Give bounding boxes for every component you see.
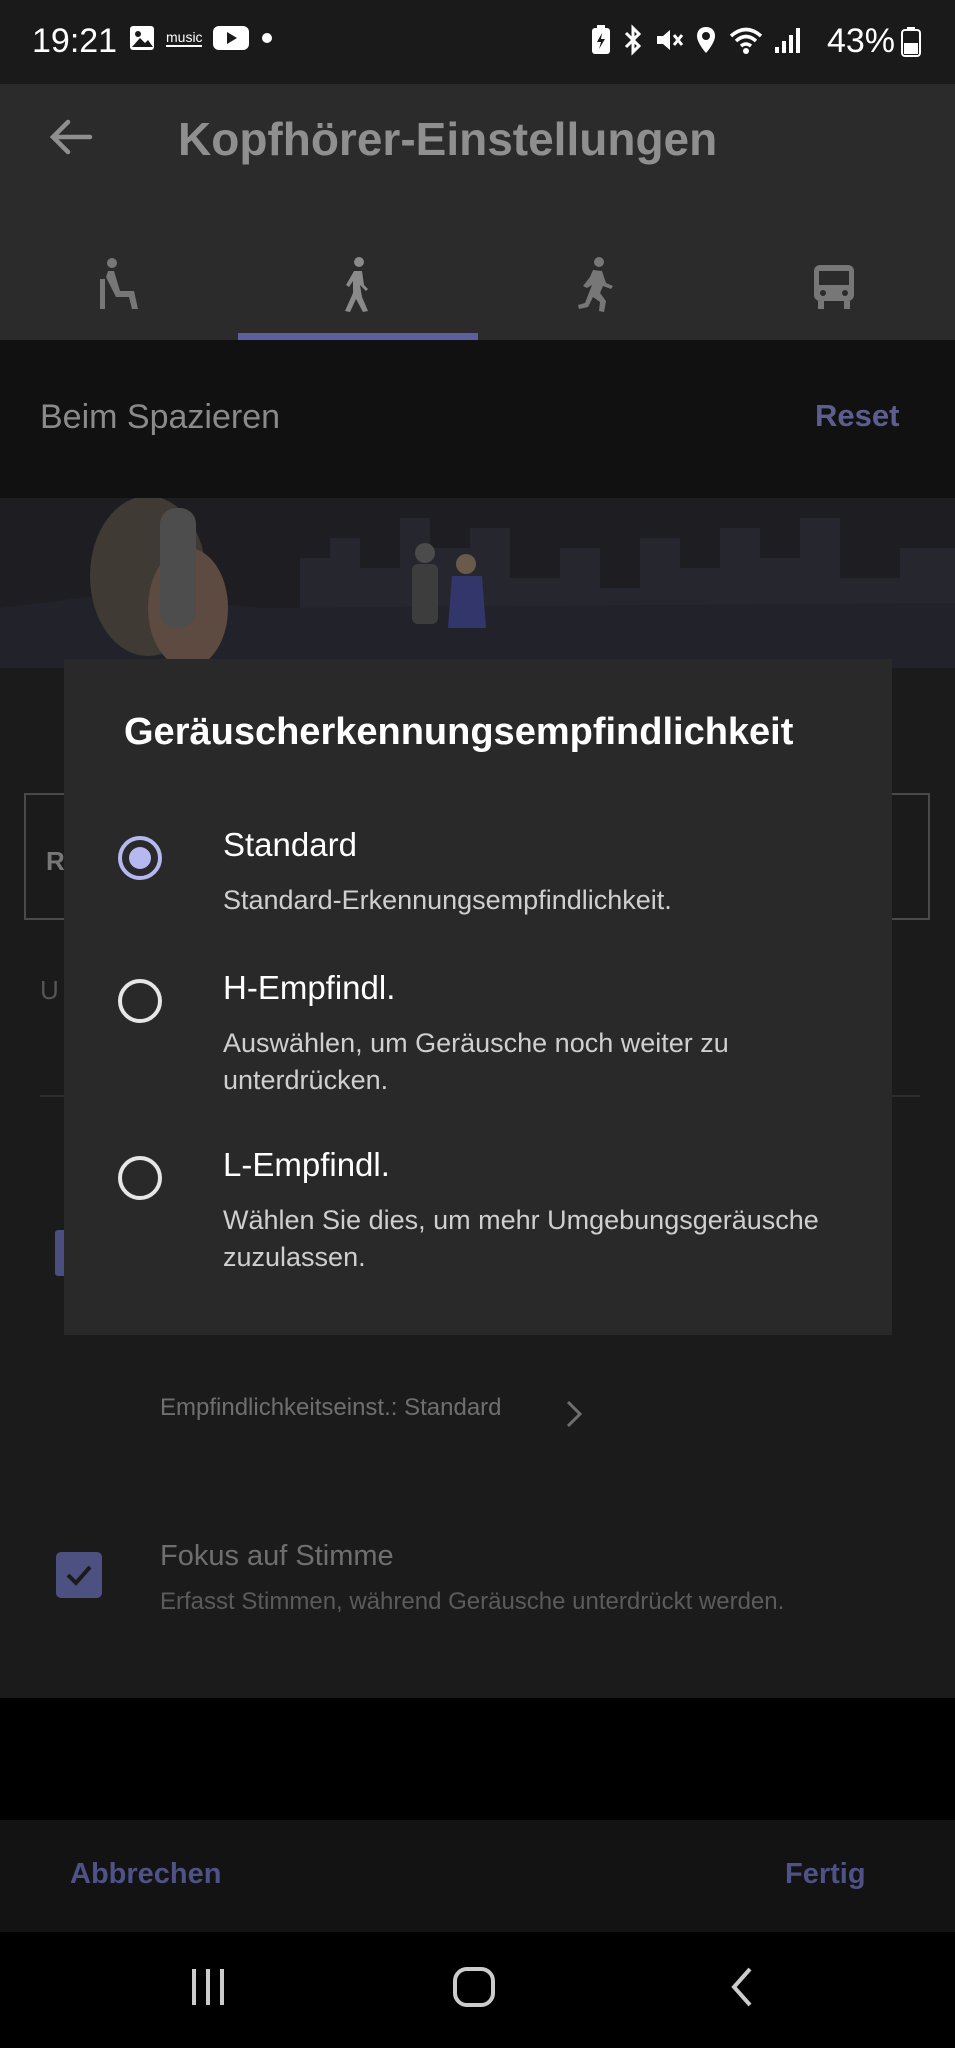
youtube-icon [213,26,249,50]
walking-icon [345,257,368,312]
radio-standard[interactable] [118,836,162,880]
voice-focus-title: Fokus auf Stimme [160,1540,394,1572]
illustration [0,498,955,668]
checkmark-icon [66,1565,92,1586]
status-system-icons [590,24,800,56]
amazon-music-icon: music [166,29,203,47]
voice-focus-description: Erfasst Stimmen, während Geräusche unter… [160,1588,785,1615]
partial-label: U [40,975,59,1005]
train-icon [814,265,854,309]
sensitivity-setting-link[interactable]: Empfindlichkeitseinst.: Standard [160,1394,502,1422]
option-title-standard[interactable]: Standard [223,826,357,864]
gallery-icon [130,26,154,50]
option-desc-high: Auswählen, um Geräusche noch weiter zu u… [223,1028,729,1095]
dialog-title: Geräuscherkennungsempfindlichkeit [124,711,794,753]
status-app-icons: music [128,24,274,52]
recent-apps-icon[interactable] [186,1965,230,2009]
status-time: 19:21 [32,22,118,60]
tab-running[interactable] [476,230,716,340]
back-nav-icon[interactable] [722,1963,762,2011]
option-desc-standard: Standard-Erkennungsempfindlichkeit. [223,885,672,915]
section-title: Beim Spazieren [40,398,281,436]
mute-icon [657,30,684,50]
tab-indicator [238,333,478,340]
location-icon [697,27,715,53]
battery-icon [901,27,921,57]
voice-focus-checkbox[interactable] [56,1552,102,1598]
option-desc-low: Wählen Sie dies, um mehr Umgebungsgeräus… [223,1205,819,1272]
signal-icon [775,28,800,53]
dot-icon [262,33,272,43]
page-title: Kopfhörer-Einstellungen [178,113,718,165]
card-label: R [46,846,65,876]
city-illustration [0,498,955,668]
tab-train[interactable] [714,230,954,340]
bluetooth-icon [624,24,642,56]
radio-low-sensitivity[interactable] [118,1156,162,1200]
home-icon[interactable] [450,1963,498,2011]
chevron-right-icon [566,1400,583,1428]
reset-button[interactable]: Reset [815,398,899,434]
option-title-high[interactable]: H-Empfindl. [223,969,395,1007]
radio-selected-dot [129,847,151,869]
radio-high-sensitivity[interactable] [118,979,162,1023]
running-icon [578,257,613,312]
battery-percent: 43% [826,22,895,60]
option-title-low[interactable]: L-Empfindl. [223,1146,390,1184]
battery-saver-icon [592,25,610,54]
cancel-button[interactable]: Abbrechen [70,1858,221,1891]
tab-sitting[interactable] [0,230,240,340]
sitting-icon [100,258,138,309]
back-arrow-icon[interactable] [46,112,96,162]
done-button[interactable]: Fertig [785,1858,866,1891]
wifi-icon [729,27,763,54]
tab-walking[interactable] [238,230,478,340]
